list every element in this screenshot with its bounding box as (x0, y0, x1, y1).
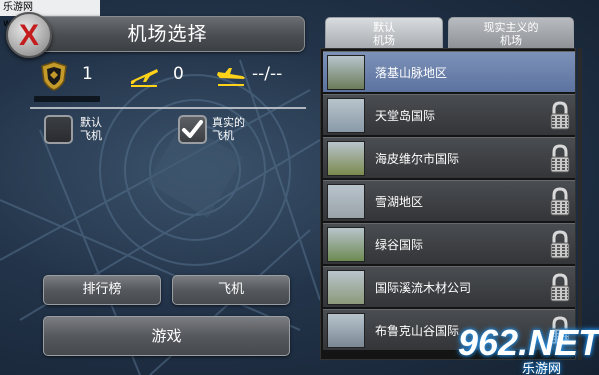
close-button[interactable]: X (6, 12, 52, 58)
airport-name: 布鲁克山谷国际 (375, 324, 460, 338)
airport-name: 雪湖地区 (375, 195, 424, 209)
airport-list-item[interactable]: 雪湖地区 (323, 180, 575, 221)
real-aircraft-checkbox[interactable] (178, 115, 207, 144)
tab-default-airports-line2: 机场 (373, 34, 395, 47)
page-title: 机场选择 (127, 23, 208, 45)
rank-badge-icon (41, 61, 67, 91)
list-scrollbar[interactable] (578, 48, 582, 360)
takeoff-icon (131, 69, 158, 87)
real-aircraft-label: 真实的 飞机 (212, 116, 245, 142)
leaderboard-button[interactable]: 排行榜 (43, 275, 161, 305)
airport-thumbnail (327, 227, 365, 262)
landing-value: --/-- (252, 64, 283, 84)
real-aircraft-label-line1: 真实的 (212, 116, 245, 129)
checkmark-icon (182, 120, 203, 138)
airport-list-item[interactable]: 落基山脉地区 (323, 51, 575, 92)
airport-list[interactable]: 落基山脉地区 天堂岛国际海皮维尔市国际 雪湖地区绿谷国际国际溪流木材公司 布鲁克山谷国… (320, 48, 576, 360)
default-aircraft-label: 默认 飞机 (80, 116, 102, 142)
tab-default-airports[interactable]: 默认 机场 (325, 17, 443, 49)
watermark-logo: 962.NET 乐游网 (458, 322, 599, 375)
airport-thumbnail (327, 184, 365, 219)
aircraft-button[interactable]: 飞机 (172, 275, 290, 305)
default-aircraft-label-line2: 飞机 (80, 129, 102, 142)
airport-list-item[interactable]: 绿谷国际 (323, 223, 575, 264)
rank-value: 1 (82, 64, 93, 84)
airport-list-item[interactable]: 海皮维尔市国际 (323, 137, 575, 178)
airport-thumbnail (327, 98, 365, 133)
airport-name: 落基山脉地区 (375, 66, 448, 80)
play-button[interactable]: 游戏 (43, 316, 290, 356)
lock-icon (550, 101, 570, 130)
lock-icon (550, 230, 570, 259)
airport-list-item[interactable]: 天堂岛国际 (323, 94, 575, 135)
airport-name: 海皮维尔市国际 (375, 152, 460, 166)
divider (30, 107, 306, 109)
tab-realistic-airports-line1: 现实主义的 (483, 21, 539, 34)
tab-realistic-airports[interactable]: 现实主义的 机场 (448, 17, 574, 49)
default-aircraft-checkbox[interactable] (44, 115, 73, 144)
takeoffs-value: 0 (173, 64, 184, 84)
airport-thumbnail (327, 141, 365, 176)
watermark-logo-subtext: 乐游网 (522, 361, 562, 375)
airport-thumbnail (327, 270, 365, 305)
tab-realistic-airports-line2: 机场 (500, 34, 522, 47)
rank-progress-bar (34, 96, 100, 102)
default-aircraft-label-line1: 默认 (80, 116, 102, 129)
landing-icon (217, 68, 245, 86)
lock-icon (550, 187, 570, 216)
real-aircraft-label-line2: 飞机 (212, 129, 234, 142)
close-x-icon: X (18, 19, 39, 52)
watermark-logo-text: 962.NET (458, 322, 599, 363)
airport-list-item[interactable]: 国际溪流木材公司 (323, 266, 575, 307)
airport-thumbnail (327, 55, 365, 90)
lock-icon (550, 144, 570, 173)
airport-name: 天堂岛国际 (375, 109, 436, 123)
lock-icon (550, 273, 570, 302)
tab-default-airports-line1: 默认 (373, 21, 395, 34)
airport-name: 国际溪流木材公司 (375, 281, 472, 295)
airport-name: 绿谷国际 (375, 238, 424, 252)
airport-thumbnail (327, 313, 365, 348)
